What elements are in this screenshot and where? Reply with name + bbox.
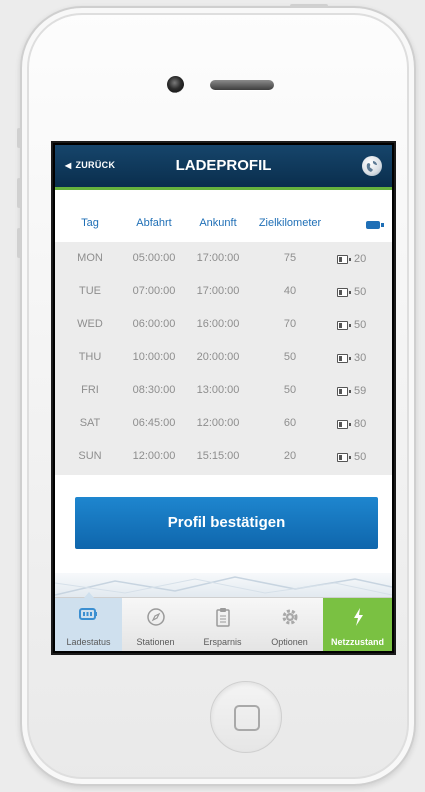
battery-icon xyxy=(337,419,351,429)
table-row[interactable]: THU 10:00:00 20:00:00 50 30 xyxy=(55,341,392,374)
header-zielkilometer: Zielkilometer xyxy=(258,217,322,229)
cell-departure: 05:00:00 xyxy=(132,252,176,264)
header-ankunft: Ankunft xyxy=(199,217,237,229)
table-row[interactable]: WED 06:00:00 16:00:00 70 50 xyxy=(55,308,392,341)
cell-km: 75 xyxy=(283,252,297,264)
app-view: ◀ ZURÜCK LADEPROFIL Tag Abfahrt Ankunft Z… xyxy=(55,145,392,651)
compass-icon xyxy=(146,607,166,629)
header-tag: Tag xyxy=(81,217,99,229)
battery-icon xyxy=(78,607,99,623)
cell-departure: 07:00:00 xyxy=(132,285,176,297)
cell-arrival: 12:00:00 xyxy=(196,417,240,429)
battery-level: 59 xyxy=(337,385,366,397)
confirm-profile-button[interactable]: Profil bestätigen xyxy=(75,497,378,549)
cell-day: TUE xyxy=(79,285,101,297)
tab-ersparnis[interactable]: Ersparnis xyxy=(189,598,256,651)
tab-label: Ladestatus xyxy=(66,637,111,647)
tab-ladestatus[interactable]: Ladestatus xyxy=(55,592,122,651)
cell-day: SUN xyxy=(78,450,102,462)
battery-icon xyxy=(337,353,351,363)
gear-icon xyxy=(280,607,300,629)
cell-day: THU xyxy=(78,351,102,363)
tab-label: Stationen xyxy=(136,637,175,647)
cell-departure: 08:30:00 xyxy=(132,384,176,396)
earpiece-speaker xyxy=(210,80,274,90)
battery-icon xyxy=(337,320,351,330)
cell-arrival: 17:00:00 xyxy=(196,285,240,297)
tab-optionen[interactable]: Optionen xyxy=(256,598,323,651)
battery-level: 80 xyxy=(337,418,366,430)
header-abfahrt: Abfahrt xyxy=(136,217,172,229)
battery-icon xyxy=(337,287,351,297)
cell-departure: 12:00:00 xyxy=(132,450,176,462)
cell-day: FRI xyxy=(81,384,99,396)
schedule-table: MON 05:00:00 17:00:00 75 20 TUE 07:00:00… xyxy=(55,242,392,475)
battery-icon xyxy=(337,254,351,264)
battery-icon xyxy=(337,386,351,396)
table-row[interactable]: TUE 07:00:00 17:00:00 40 50 xyxy=(55,275,392,308)
cell-km: 60 xyxy=(283,417,297,429)
cell-day: WED xyxy=(77,318,103,330)
front-camera xyxy=(167,76,184,93)
lightning-icon xyxy=(351,607,365,629)
cell-km: 20 xyxy=(283,450,297,462)
table-row[interactable]: SAT 06:45:00 12:00:00 60 80 xyxy=(55,407,392,440)
cell-km: 50 xyxy=(283,384,297,396)
battery-level: 30 xyxy=(337,352,366,364)
cell-arrival: 15:15:00 xyxy=(196,450,240,462)
navigation-bar: ◀ ZURÜCK LADEPROFIL xyxy=(55,145,392,190)
table-row[interactable]: FRI 08:30:00 13:00:00 50 59 xyxy=(55,374,392,407)
battery-header-icon xyxy=(366,221,384,229)
cell-arrival: 20:00:00 xyxy=(196,351,240,363)
cell-departure: 06:00:00 xyxy=(132,318,176,330)
volume-up-button xyxy=(17,178,21,208)
cell-day: MON xyxy=(77,252,103,264)
power-button xyxy=(290,4,328,8)
globe-icon[interactable] xyxy=(362,156,382,176)
cell-arrival: 17:00:00 xyxy=(196,252,240,264)
cell-arrival: 13:00:00 xyxy=(196,384,240,396)
cell-km: 70 xyxy=(283,318,297,330)
volume-down-button xyxy=(17,228,21,258)
tab-stationen[interactable]: Stationen xyxy=(122,598,189,651)
cell-arrival: 16:00:00 xyxy=(196,318,240,330)
tab-netzzustand[interactable]: Netzzustand xyxy=(323,598,392,651)
tab-label: Optionen xyxy=(271,637,308,647)
table-row[interactable]: SUN 12:00:00 15:15:00 20 50 xyxy=(55,440,392,473)
table-row[interactable]: MON 05:00:00 17:00:00 75 20 xyxy=(55,242,392,275)
home-button[interactable] xyxy=(210,681,282,753)
mute-switch xyxy=(17,128,21,148)
home-square-icon xyxy=(234,705,260,731)
clipboard-icon xyxy=(215,607,231,629)
battery-level: 20 xyxy=(337,253,366,265)
cell-day: SAT xyxy=(79,417,101,429)
cell-km: 40 xyxy=(283,285,297,297)
tab-label: Netzzustand xyxy=(330,637,384,647)
cell-departure: 10:00:00 xyxy=(132,351,176,363)
cell-km: 50 xyxy=(283,351,297,363)
page-title: LADEPROFIL xyxy=(175,157,272,174)
tab-bar: Ladestatus Stationen Ersparnis Optionen xyxy=(55,592,392,651)
phone-screen: ◀ ZURÜCK LADEPROFIL Tag Abfahrt Ankunft Z… xyxy=(51,141,396,655)
battery-level: 50 xyxy=(337,451,366,463)
battery-level: 50 xyxy=(337,286,366,298)
table-header: Tag Abfahrt Ankunft Zielkilometer xyxy=(55,217,392,237)
battery-level: 50 xyxy=(337,319,366,331)
battery-icon xyxy=(337,452,351,462)
cell-departure: 06:45:00 xyxy=(132,417,176,429)
tab-label: Ersparnis xyxy=(203,637,242,647)
